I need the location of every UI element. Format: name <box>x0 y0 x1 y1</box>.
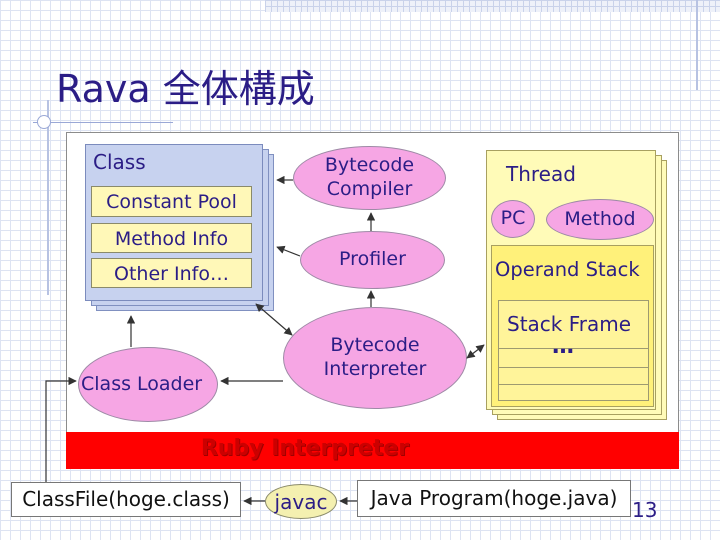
profiler-to-class-arrow <box>276 245 301 257</box>
diagram-connectors <box>45 175 485 506</box>
interpreter-class-arrow <box>255 303 293 336</box>
interpreter-thread-arrow <box>466 344 485 359</box>
classfile-to-loader-arrow <box>45 376 77 482</box>
